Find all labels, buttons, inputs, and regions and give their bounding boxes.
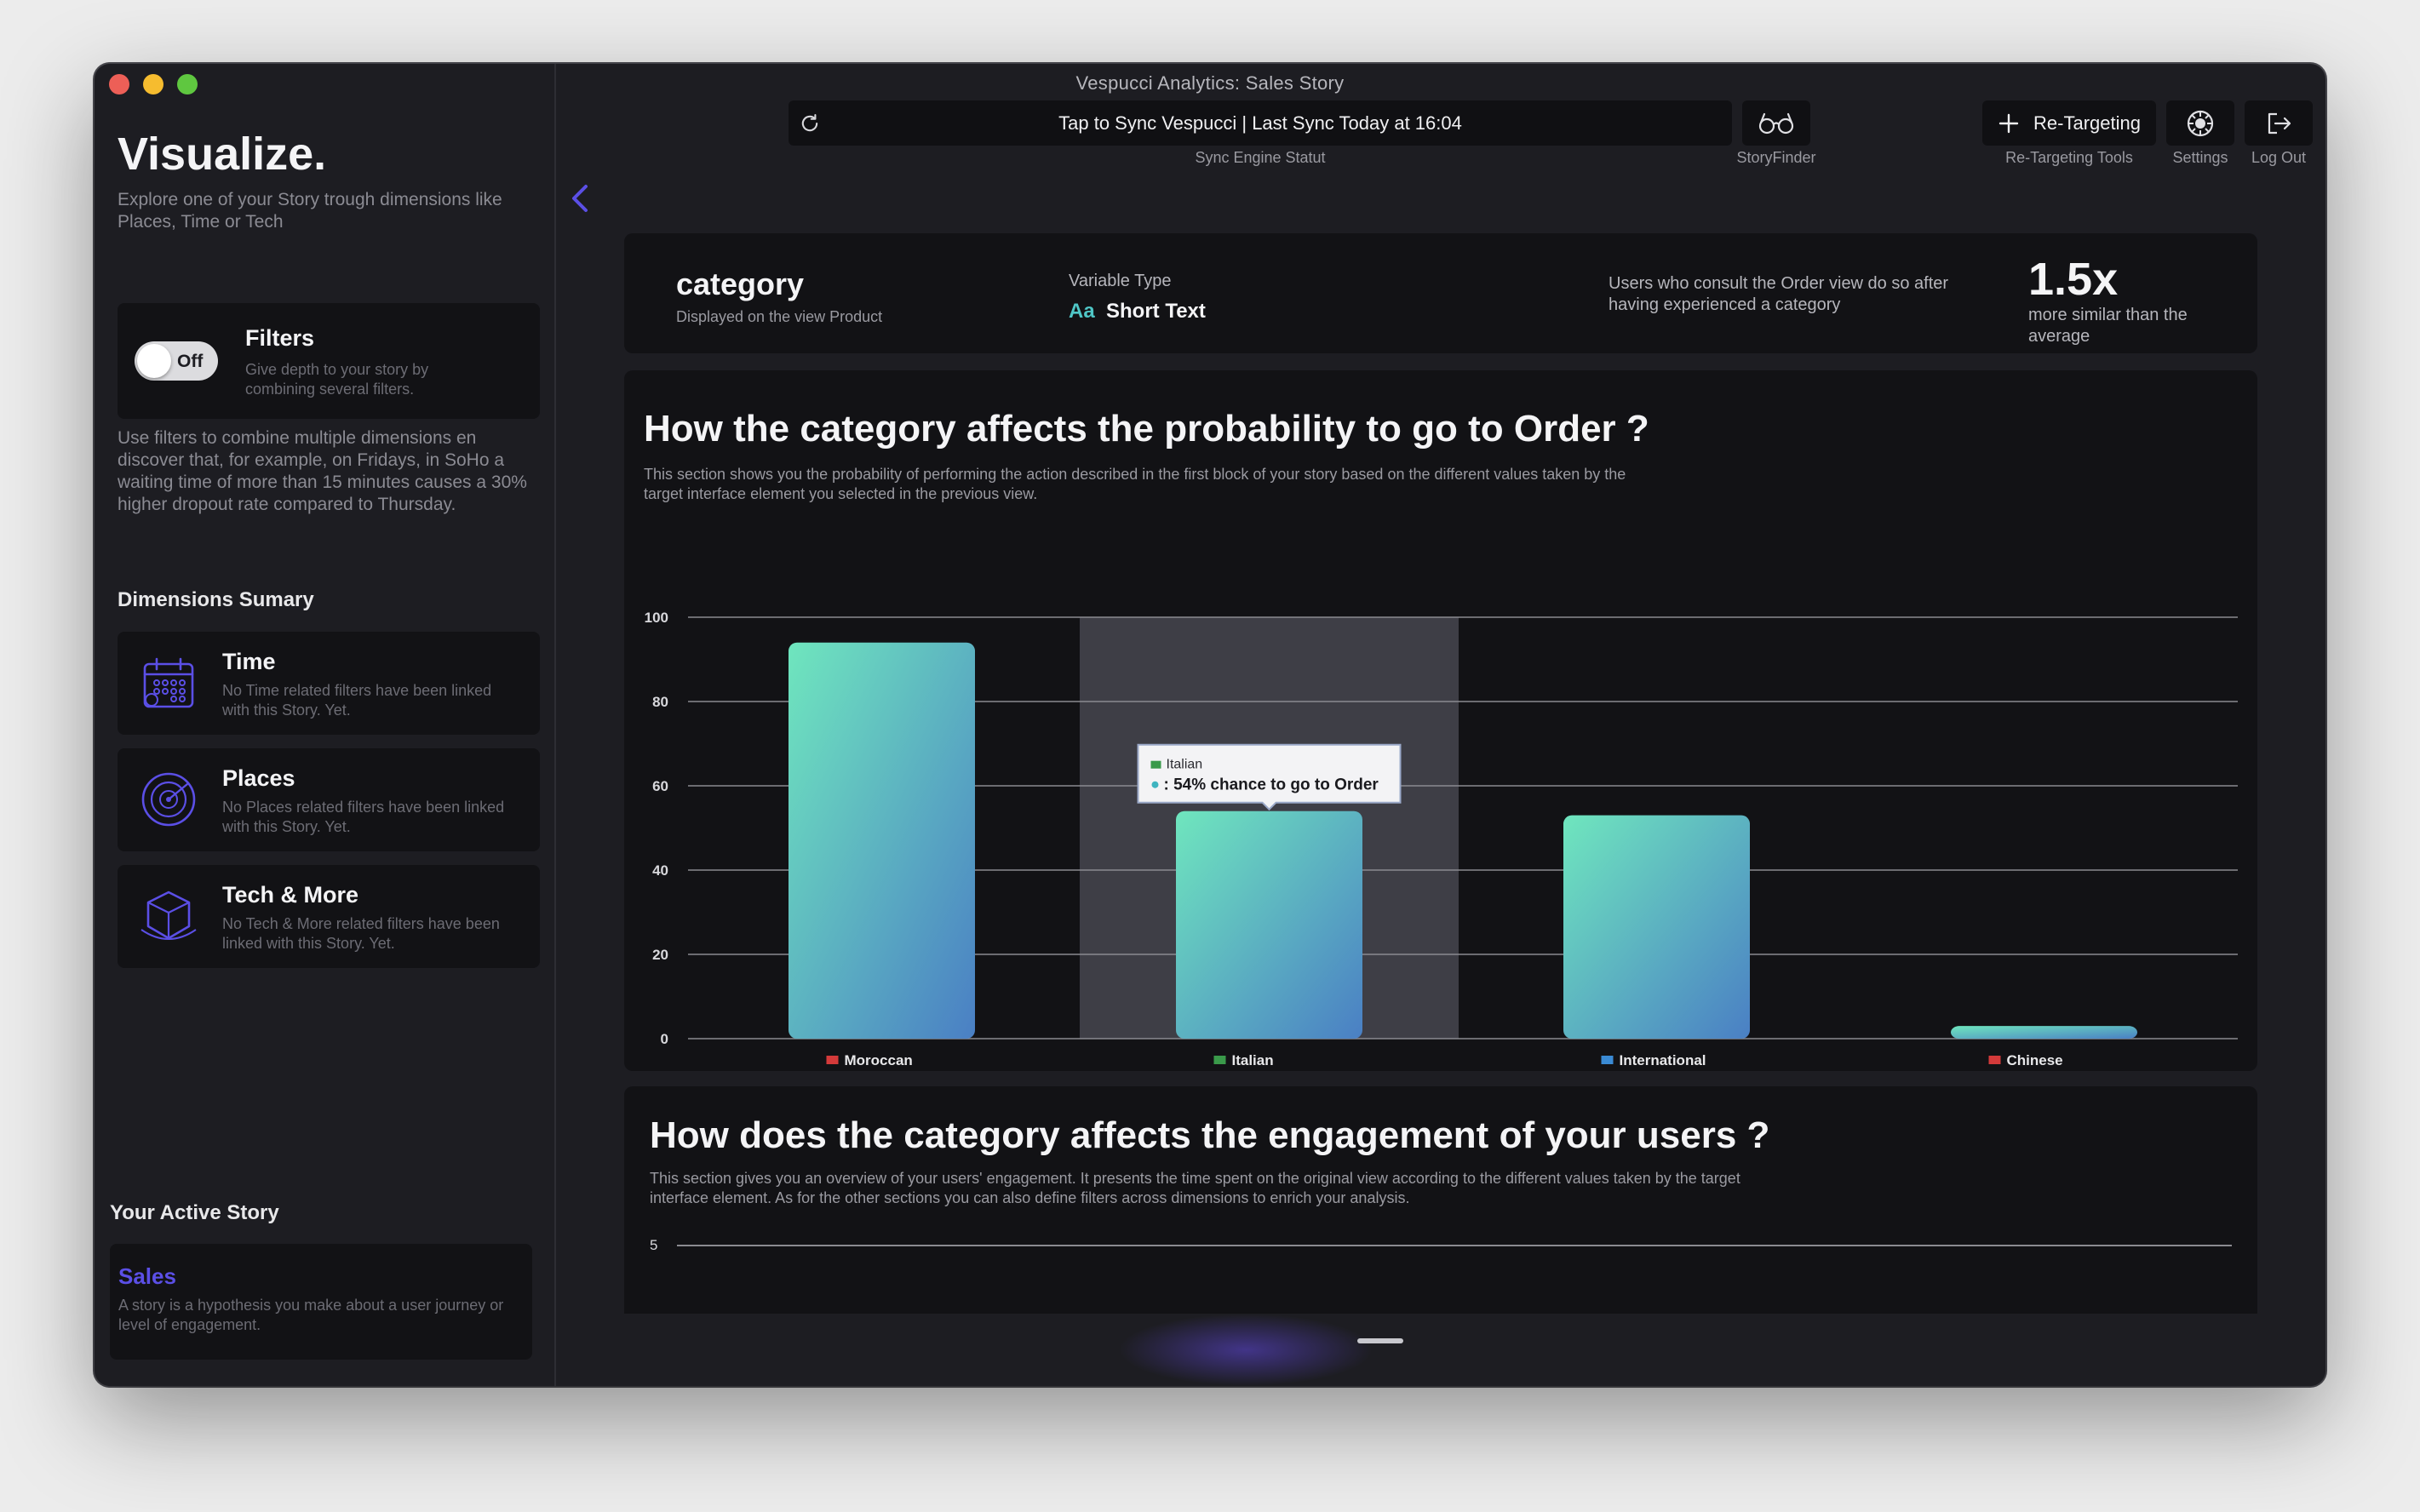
cube-icon [140, 891, 197, 940]
dimension-title: Places [222, 765, 295, 791]
tooltip-dot [1151, 781, 1159, 788]
sidebar-title: Visualize. [118, 129, 327, 180]
sync-caption: Sync Engine Statut [1195, 149, 1326, 166]
flag-icon [1988, 1056, 2001, 1064]
y-tick-label: 40 [652, 862, 668, 879]
engagement-y-tick: 5 [650, 1237, 658, 1253]
sync-button[interactable]: Tap to Sync Vespucci | Last Sync Today a… [789, 100, 1732, 146]
logout-caption: Log Out [2251, 149, 2307, 166]
x-category-label: Moroccan [845, 1052, 913, 1068]
logout-icon [2268, 112, 2291, 134]
toggle-label: Off [177, 352, 204, 371]
dimension-title: Time [222, 649, 276, 674]
dimensions-heading: Dimensions Sumary [118, 588, 314, 611]
filters-card: Off Filters Give depth to your story by … [118, 303, 540, 419]
text-type-icon: Aa [1069, 300, 1095, 323]
y-tick-label: 80 [652, 694, 668, 710]
flag-icon [826, 1056, 839, 1064]
active-story-description: A story is a hypothesis you make about a… [118, 1297, 504, 1333]
probability-chart-card: How the category affects the probability… [624, 370, 2257, 1104]
app-window: Vespucci Analytics: Sales Story Tap to S… [95, 64, 2325, 1386]
tooltip-value: : 54% chance to go to Order [1164, 776, 1379, 794]
retargeting-button[interactable]: Re-Targeting [1982, 100, 2156, 146]
retargeting-caption: Re-Targeting Tools [2005, 149, 2133, 166]
dimension-description: No Tech & More related filters have been… [222, 915, 500, 952]
variable-source: Displayed on the view Product [676, 308, 883, 325]
logout-button[interactable] [2245, 100, 2313, 146]
users-insight-text: Users who consult the Order view do so a… [1609, 274, 1949, 314]
bar-international [1563, 815, 1750, 1039]
bar-moroccan [789, 642, 975, 1039]
dimension-card-places[interactable]: Places No Places related filters have be… [118, 748, 540, 851]
dimension-description: No Time related filters have been linked… [222, 682, 492, 719]
variable-type-value: Short Text [1106, 300, 1206, 323]
settings-icon [2187, 110, 2214, 136]
storyfinder-button[interactable] [1742, 100, 1810, 146]
bar-italian [1176, 810, 1362, 1039]
engagement-gridline [677, 1245, 2232, 1246]
dimension-card-time[interactable]: Time No Time related filters have been l… [118, 632, 540, 735]
tooltip-flag-icon [1150, 760, 1161, 769]
active-story-card[interactable]: Sales A story is a hypothesis you make a… [110, 1244, 532, 1360]
probability-bar-chart: 0 20 40 60 80 100 Moroccan Italian International… [645, 610, 2238, 1068]
similarity-caption: more similar than the average [2028, 306, 2188, 346]
active-story-heading: Your Active Story [110, 1201, 279, 1224]
toggle-knob [137, 344, 171, 378]
drag-handle[interactable] [1357, 1338, 1403, 1343]
settings-button[interactable] [2166, 100, 2234, 146]
bottom-glow [1118, 1314, 1373, 1386]
y-tick-label: 20 [652, 947, 668, 963]
y-tick-label: 100 [645, 610, 668, 626]
filters-title: Filters [245, 325, 315, 351]
dimension-title: Tech & More [222, 882, 359, 908]
y-tick-label: 60 [652, 778, 668, 794]
sidebar-subtitle: Explore one of your Story trough dimensi… [118, 190, 502, 232]
tooltip-category: Italian [1167, 758, 1203, 772]
sync-status-text: Tap to Sync Vespucci | Last Sync Today a… [1058, 112, 1462, 134]
dimension-card-tech[interactable]: Tech & More No Tech & More related filte… [118, 865, 540, 968]
glasses-icon [1758, 112, 1794, 134]
calendar-icon [143, 657, 194, 708]
sidebar: Visualize. Explore one of your Story tro… [95, 64, 556, 1386]
bar-chinese [1951, 1026, 2137, 1039]
retargeting-label: Re-Targeting [2033, 112, 2141, 134]
filters-toggle[interactable]: Off [135, 341, 218, 381]
plus-icon [1999, 113, 2019, 133]
x-category-label: International [1620, 1052, 1706, 1068]
filters-description: Give depth to your story by combining se… [245, 361, 429, 398]
flag-icon [1601, 1056, 1614, 1064]
engagement-section-title: How does the category affects the engage… [650, 1114, 1770, 1156]
radar-icon [141, 772, 196, 827]
filters-help-text: Use filters to combine multiple dimensio… [118, 428, 527, 514]
variable-name: category [676, 266, 805, 301]
y-tick-label: 0 [661, 1031, 668, 1047]
flag-icon [1213, 1056, 1226, 1064]
variable-info-card: category Displayed on the view Product V… [624, 233, 2257, 353]
engagement-section-description: This section gives you an overview of yo… [650, 1170, 1740, 1206]
x-category-label: Italian [1232, 1052, 1274, 1068]
active-story-name: Sales [118, 1263, 176, 1289]
storyfinder-caption: StoryFinder [1736, 149, 1816, 166]
similarity-multiplier: 1.5x [2028, 254, 2119, 305]
collapse-sidebar-chevron-icon[interactable] [567, 181, 593, 215]
x-category-label: Chinese [2007, 1052, 2063, 1068]
bottom-bar [556, 1314, 2325, 1386]
sync-icon [801, 114, 818, 132]
dimension-description: No Places related filters have been link… [222, 799, 505, 835]
variable-type-label: Variable Type [1069, 272, 1172, 290]
